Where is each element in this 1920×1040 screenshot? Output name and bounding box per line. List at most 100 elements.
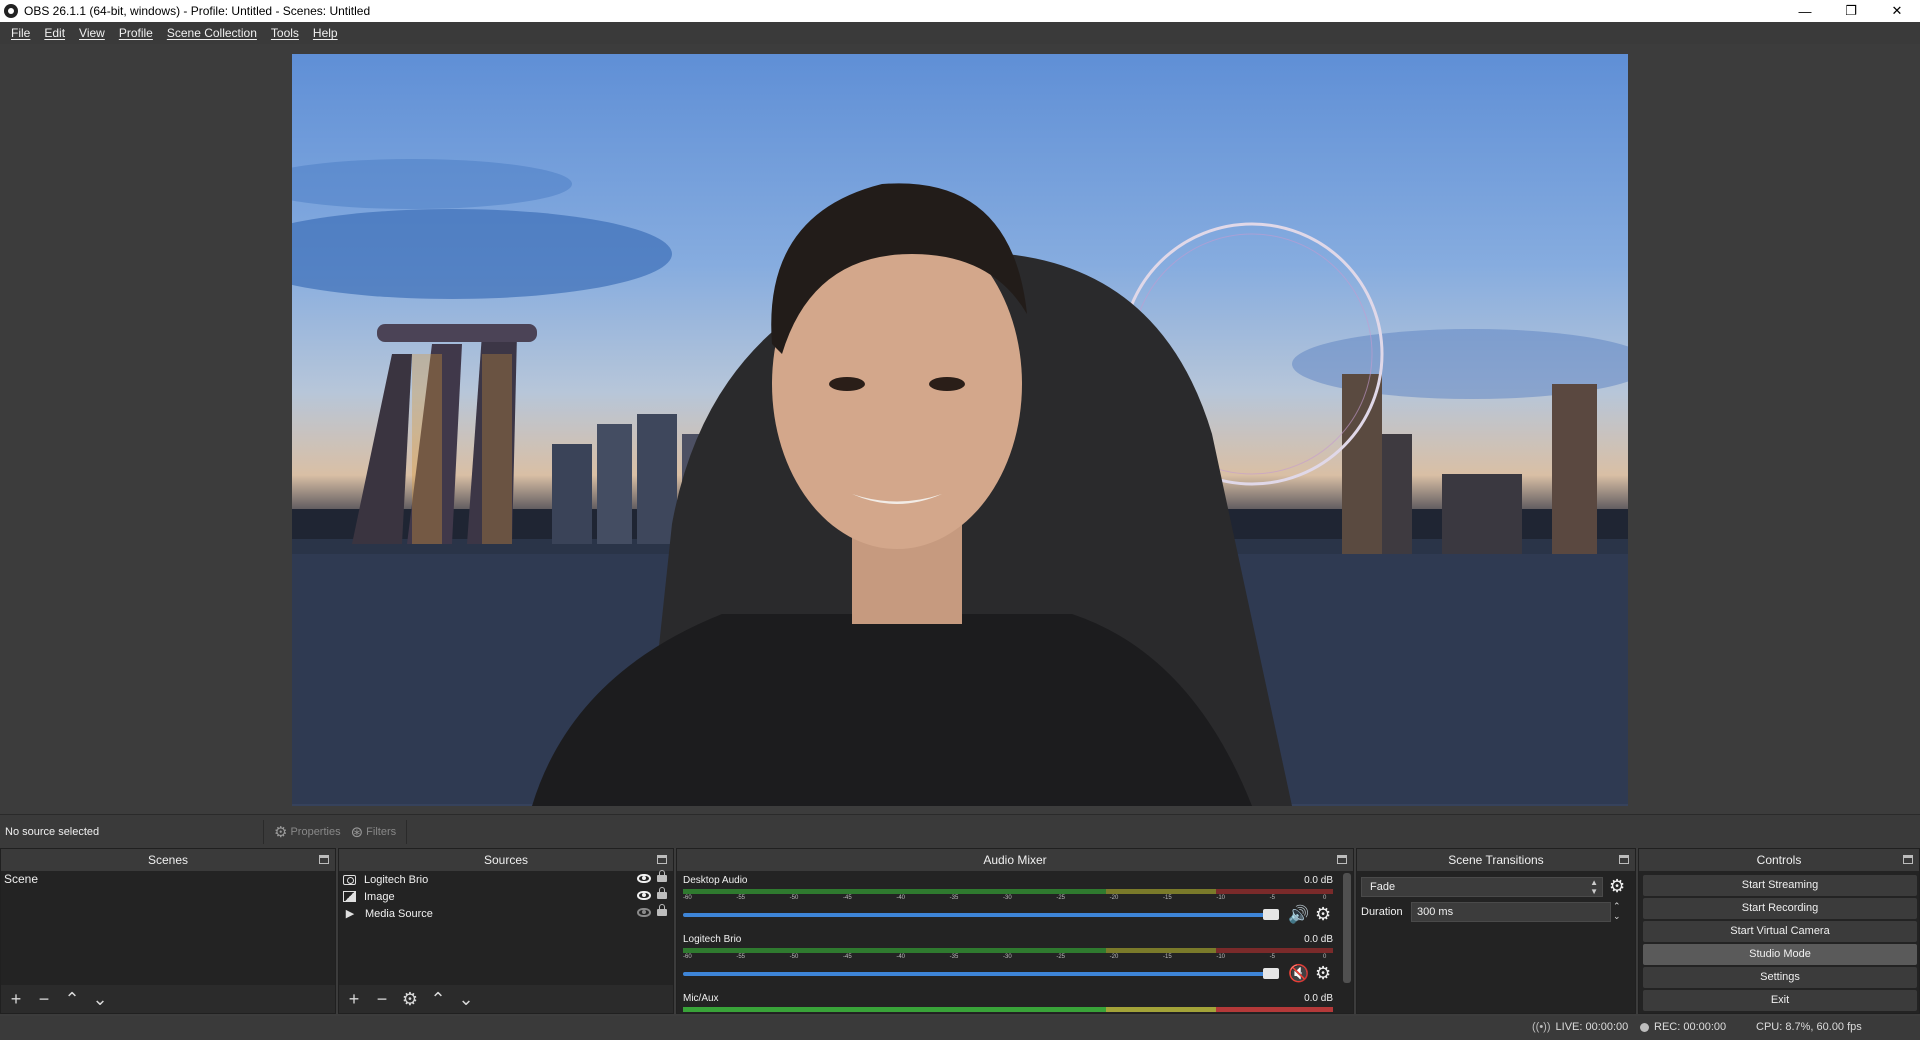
window-controls: — ❐ ✕ xyxy=(1782,0,1920,22)
channel-name: Desktop Audio xyxy=(683,875,748,886)
visibility-hidden-eye-icon[interactable] xyxy=(637,908,651,917)
start-streaming-button[interactable]: Start Streaming xyxy=(1643,875,1917,896)
scenes-dock-title: Scenes xyxy=(1,849,335,871)
program-preview[interactable] xyxy=(292,54,1628,806)
audio-mixer-dock: Audio Mixer Desktop Audio 0.0 dB -60 -55 -… xyxy=(676,848,1354,1014)
menu-help[interactable]: Help xyxy=(306,22,345,44)
source-item[interactable]: ▶ Media Source xyxy=(339,904,673,922)
duration-input[interactable]: 300 ms xyxy=(1411,902,1611,922)
meter-ticks: -60 -55 -50 -45 -40 -35 -30 -25 -20 -15 -10 -5 0 xyxy=(683,895,1333,904)
controls-dock: Controls Start Streaming Start Recording… xyxy=(1638,848,1920,1014)
sources-dock: Sources Logitech Brio Image ▶ Media Sour… xyxy=(338,848,674,1014)
mixer-channel: Logitech Brio 0.0 dB -60 -55 -50 -45 -40 -35-… xyxy=(683,934,1333,990)
speaker-icon[interactable]: 🔊 xyxy=(1288,905,1309,925)
controls-dock-title: Controls xyxy=(1639,849,1919,871)
remove-source-button[interactable]: − xyxy=(373,990,391,1008)
meter-tick-label: -30 xyxy=(1003,895,1012,901)
meter-tick-label: -60 xyxy=(683,954,692,960)
studio-mode-button[interactable]: Studio Mode xyxy=(1643,944,1917,965)
menu-file[interactable]: File xyxy=(4,22,37,44)
undock-icon[interactable] xyxy=(1903,855,1913,864)
menu-view[interactable]: View xyxy=(72,22,112,44)
mixer-channels: Desktop Audio 0.0 dB -60 -55 -50 -45 -40 -35-… xyxy=(677,871,1353,1013)
meter-tick-label: -50 xyxy=(789,895,799,901)
add-scene-button[interactable]: + xyxy=(7,990,25,1008)
image-icon xyxy=(343,891,356,902)
preview-scene-graphic xyxy=(292,159,1628,806)
move-source-down-button[interactable]: ⌄ xyxy=(457,990,475,1008)
duration-label: Duration xyxy=(1361,906,1403,918)
volume-meter xyxy=(683,889,1333,894)
move-scene-up-button[interactable]: ⌃ xyxy=(63,990,81,1008)
mixer-title: Audio Mixer xyxy=(983,853,1047,867)
exit-button[interactable]: Exit xyxy=(1643,990,1917,1011)
close-button[interactable]: ✕ xyxy=(1874,0,1920,22)
gear-icon[interactable]: ⚙ xyxy=(1315,963,1331,984)
transition-gear-icon[interactable]: ⚙ xyxy=(1609,876,1625,897)
scene-transitions-dock: Scene Transitions Fade ▲ ▼ ⚙ Duration 300… xyxy=(1356,848,1636,1014)
undock-icon[interactable] xyxy=(1337,855,1347,864)
meter-tick-label: -35 xyxy=(949,954,959,960)
lock-icon[interactable] xyxy=(657,887,667,899)
source-properties-gear-icon[interactable]: ⚙ xyxy=(401,990,419,1008)
volume-fader-handle[interactable] xyxy=(1263,968,1279,979)
transitions-body: Fade ▲ ▼ ⚙ Duration 300 ms ⌃ ⌄ xyxy=(1357,871,1635,1013)
volume-fader[interactable] xyxy=(683,972,1275,976)
visibility-eye-icon[interactable] xyxy=(637,891,651,900)
scenes-title: Scenes xyxy=(147,853,189,867)
meter-tick-label: -15 xyxy=(1163,895,1172,901)
menu-edit[interactable]: Edit xyxy=(37,22,72,44)
menu-tools[interactable]: Tools xyxy=(264,22,306,44)
undock-icon[interactable] xyxy=(1619,855,1629,864)
volume-fader-handle[interactable] xyxy=(1263,909,1279,920)
gear-icon: ⚙ xyxy=(274,823,288,841)
undock-icon[interactable] xyxy=(319,855,329,864)
lock-icon[interactable] xyxy=(657,870,667,882)
channel-db: 0.0 dB xyxy=(1304,934,1333,945)
start-recording-button[interactable]: Start Recording xyxy=(1643,898,1917,919)
duration-spinner-icon[interactable]: ⌃ ⌄ xyxy=(1613,901,1621,921)
move-scene-down-button[interactable]: ⌄ xyxy=(91,990,109,1008)
status-bar: ((•)) LIVE: 00:00:00 REC: 00:00:00 CPU: … xyxy=(0,1016,1920,1040)
settings-button[interactable]: Settings xyxy=(1643,967,1917,988)
properties-button[interactable]: ⚙ Properties xyxy=(274,823,341,841)
lock-icon[interactable] xyxy=(657,904,667,916)
move-source-up-button[interactable]: ⌃ xyxy=(429,990,447,1008)
meter-tick-label: -50 xyxy=(789,954,799,960)
controls-title: Controls xyxy=(1756,853,1802,867)
add-source-button[interactable]: + xyxy=(345,990,363,1008)
play-icon: ▶ xyxy=(345,908,355,920)
source-toolbar: No source selected ⚙ Properties ⊛ Filter… xyxy=(0,814,1920,848)
channel-db: 0.0 dB xyxy=(1304,993,1333,1004)
meter-tick-label: -60 xyxy=(683,895,692,901)
gear-icon[interactable]: ⚙ xyxy=(1315,904,1331,925)
menu-profile[interactable]: Profile xyxy=(112,22,160,44)
meter-tick-label: -30 xyxy=(1003,954,1012,960)
meter-tick-label: -10 xyxy=(1216,954,1225,960)
record-dot-icon xyxy=(1640,1022,1649,1032)
menu-scene-collection[interactable]: Scene Collection xyxy=(160,22,264,44)
scenes-dock: Scenes Scene + − ⌃ ⌄ xyxy=(0,848,336,1014)
scene-item[interactable]: Scene xyxy=(1,871,335,888)
undock-icon[interactable] xyxy=(657,855,667,864)
restore-button[interactable]: ❐ xyxy=(1828,0,1874,22)
source-name: Logitech Brio xyxy=(364,873,429,886)
rec-timer: REC: 00:00:00 xyxy=(1654,1021,1727,1033)
muted-speaker-icon[interactable]: 🔇 xyxy=(1288,964,1309,984)
sources-title: Sources xyxy=(483,853,529,867)
source-item[interactable]: Image xyxy=(339,887,673,905)
source-item[interactable]: Logitech Brio xyxy=(339,870,673,888)
minimize-button[interactable]: — xyxy=(1782,0,1828,22)
start-virtual-camera-button[interactable]: Start Virtual Camera xyxy=(1643,921,1917,942)
remove-scene-button[interactable]: − xyxy=(35,990,53,1008)
filters-button[interactable]: ⊛ Filters xyxy=(351,823,397,841)
transition-select[interactable]: Fade ▲ ▼ xyxy=(1361,877,1603,897)
meter-tick-label: -55 xyxy=(736,954,745,960)
mixer-scrollbar[interactable] xyxy=(1343,873,1351,983)
mixer-channel: Desktop Audio 0.0 dB -60 -55 -50 -45 -40 -35-… xyxy=(683,875,1333,931)
properties-label: Properties xyxy=(290,825,341,838)
volume-fader[interactable] xyxy=(683,913,1275,917)
source-name: Image xyxy=(364,890,395,903)
visibility-eye-icon[interactable] xyxy=(637,874,651,883)
volume-meter xyxy=(683,1007,1333,1012)
